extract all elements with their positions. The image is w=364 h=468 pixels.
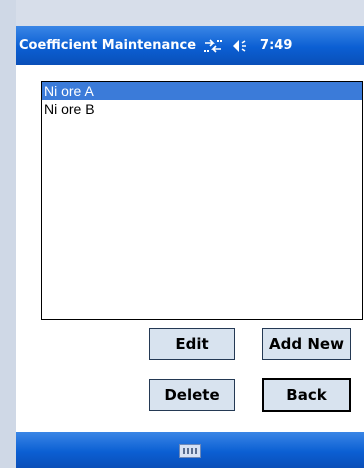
- keyboard-icon[interactable]: [179, 444, 201, 458]
- menu-bar: [16, 432, 364, 468]
- volume-icon[interactable]: [230, 38, 252, 54]
- coefficient-list[interactable]: Ni ore A Ni ore B: [41, 81, 363, 320]
- top-bezel: [16, 0, 364, 26]
- title-bar: Coefficient Maintenance 7:49: [16, 26, 364, 65]
- status-icons: 7:49: [202, 38, 292, 54]
- window-title: Coefficient Maintenance: [19, 38, 197, 53]
- list-item[interactable]: Ni ore B: [42, 100, 362, 118]
- list-item[interactable]: Ni ore A: [42, 82, 362, 100]
- add-new-button[interactable]: Add New: [262, 328, 351, 360]
- delete-button[interactable]: Delete: [149, 379, 235, 411]
- device-screen: Coefficient Maintenance 7:49 Ni ore A Ni…: [16, 0, 364, 468]
- clock[interactable]: 7:49: [260, 38, 292, 53]
- edit-button[interactable]: Edit: [149, 328, 235, 360]
- connectivity-icon[interactable]: [202, 38, 224, 54]
- back-button[interactable]: Back: [262, 378, 351, 412]
